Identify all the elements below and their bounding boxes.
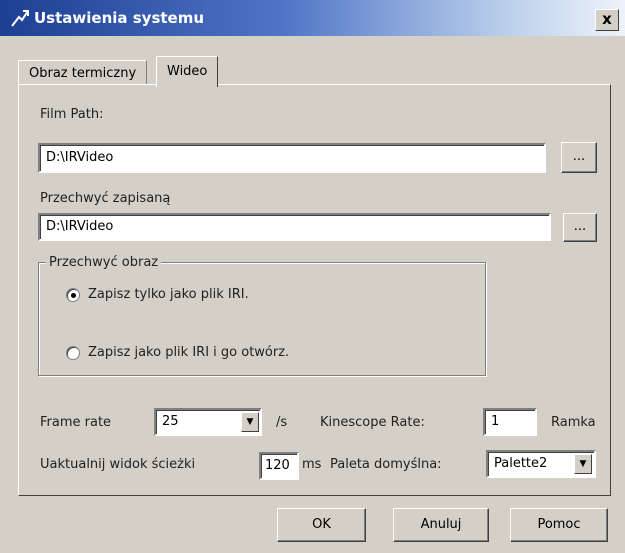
chevron-down-icon[interactable]: ▼ bbox=[574, 454, 592, 474]
film-path-label: Film Path: bbox=[40, 107, 104, 122]
refresh-track-label: Uaktualnij widok ścieżki bbox=[40, 457, 196, 472]
window-title: Ustawienia systemu bbox=[34, 9, 205, 27]
save-iri-only-label[interactable]: Zapisz tylko jako plik IRI. bbox=[88, 286, 249, 304]
frame-rate-label: Frame rate bbox=[40, 415, 112, 430]
ok-button[interactable]: OK bbox=[277, 508, 366, 542]
kinescope-rate-label: Kinescope Rate: bbox=[320, 415, 425, 430]
refresh-track-input[interactable]: 120 bbox=[259, 452, 299, 480]
kinescope-rate-unit: Ramka bbox=[551, 415, 596, 430]
capture-saved-input[interactable]: D:\IRVideo bbox=[38, 213, 551, 241]
tab-wideo[interactable]: Wideo bbox=[156, 56, 219, 87]
default-palette-label: Paleta domyślna: bbox=[330, 457, 442, 472]
save-iri-only-radio[interactable] bbox=[66, 288, 80, 302]
kinescope-rate-input[interactable]: 1 bbox=[483, 408, 537, 436]
capture-saved-browse-button[interactable]: ... bbox=[563, 213, 597, 242]
refresh-track-unit: ms bbox=[302, 457, 322, 472]
frame-rate-unit: /s bbox=[276, 415, 288, 430]
film-path-input[interactable]: D:\IRVideo bbox=[38, 143, 546, 173]
tab-obraz-termiczny[interactable]: Obraz termiczny bbox=[18, 60, 148, 87]
app-icon bbox=[10, 8, 30, 28]
radio-selected-dot bbox=[71, 293, 76, 298]
cancel-button[interactable]: Anuluj bbox=[393, 508, 489, 542]
help-button[interactable]: Pomoc bbox=[510, 508, 608, 542]
capture-image-legend: Przechwyć obraz bbox=[46, 254, 162, 272]
save-iri-and-open-radio[interactable] bbox=[66, 346, 80, 360]
film-path-browse-button[interactable]: ... bbox=[561, 142, 597, 173]
close-button[interactable]: x bbox=[595, 9, 619, 31]
save-iri-and-open-label[interactable]: Zapisz jako plik IRI i go otwórz. bbox=[88, 344, 289, 362]
chevron-down-icon[interactable]: ▼ bbox=[241, 412, 259, 432]
capture-saved-label: Przechwyć zapisaną bbox=[40, 191, 171, 206]
